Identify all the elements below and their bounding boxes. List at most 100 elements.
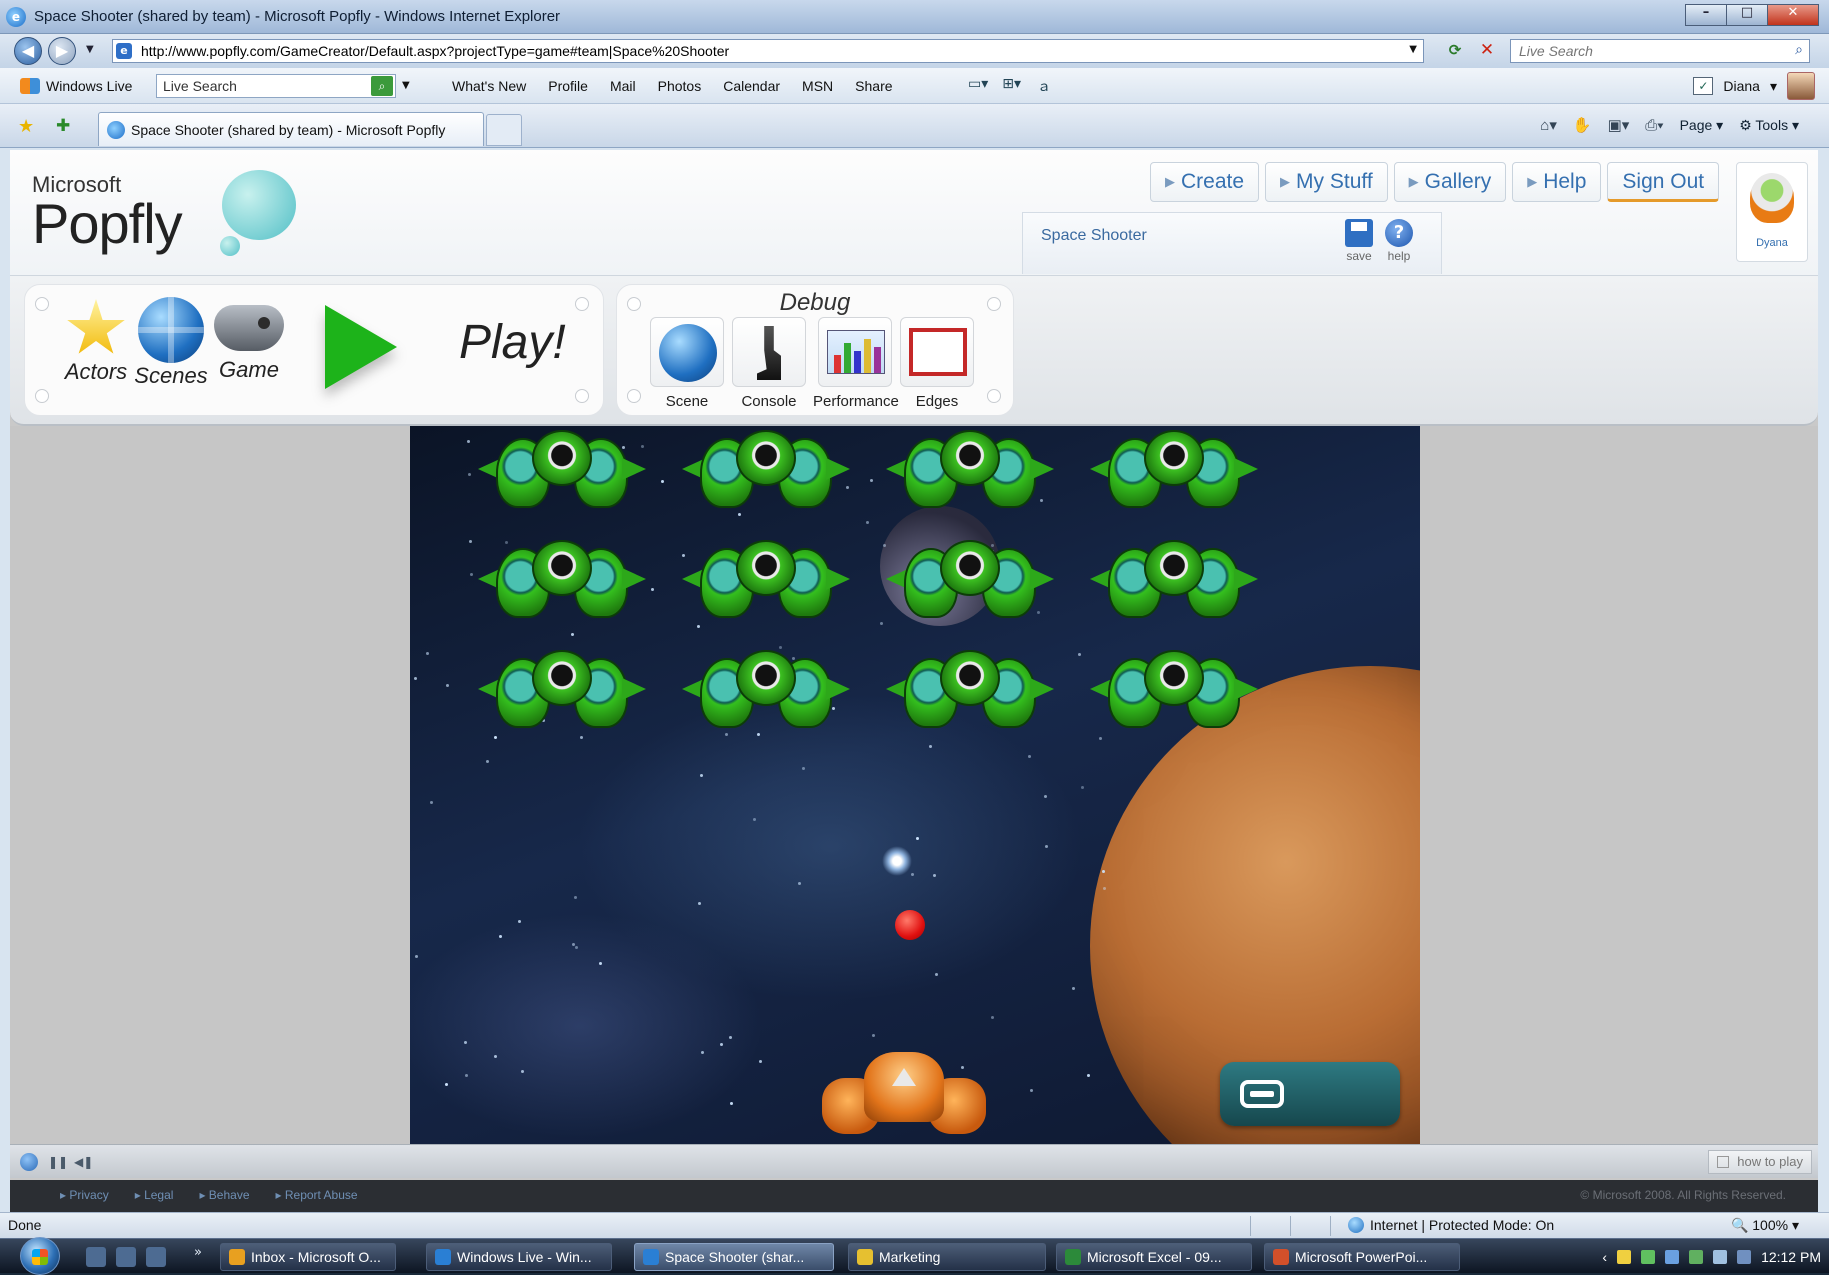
debug-performance-tool[interactable]: Performance [813,317,899,410]
save-button[interactable]: save [1343,219,1375,263]
scenes-tool[interactable]: Scenes [129,297,213,389]
wl-search-box[interactable]: ⌕ [156,74,396,98]
close-button[interactable]: ✕ [1767,4,1819,26]
wl-link-calendar[interactable]: Calendar [723,78,780,94]
ql-desktop-icon[interactable] [116,1247,136,1267]
security-zone[interactable]: Internet | Protected Mode: On [1348,1217,1554,1233]
wl-link-share[interactable]: Share [855,78,892,94]
clock[interactable]: 12:12 PM [1761,1249,1821,1265]
gamepad-icon [214,305,284,351]
task-powerpoint[interactable]: Microsoft PowerPoi... [1264,1243,1460,1271]
wl-user-dropdown-icon[interactable]: ▾ [1770,78,1777,95]
debug-scene-tool[interactable]: Scene [649,317,725,410]
wl-search-go-icon[interactable]: ⌕ [371,76,393,96]
sign-out-button[interactable]: Sign Out [1607,162,1720,202]
tray-scroll-left-icon[interactable]: ‹ [1602,1249,1607,1265]
game-tool[interactable]: Game [207,297,291,383]
wl-link-photos[interactable]: Photos [658,78,702,94]
task-windows-live[interactable]: Windows Live - Win... [426,1243,612,1271]
debug-edges-tool[interactable]: Edges [899,317,975,410]
play-arrow-icon[interactable] [325,305,397,389]
background-star [445,1083,448,1086]
live-search-box[interactable]: ⌕ [1510,39,1810,63]
tab-space-shooter[interactable]: Space Shooter (shared by team) - Microso… [98,112,484,146]
popfly-avatar[interactable]: Dyana [1736,162,1808,262]
ql-ie-icon[interactable] [86,1247,106,1267]
wl-checkbox-icon[interactable]: ✓ [1693,77,1714,95]
wl-link-whats-new[interactable]: What's New [452,78,526,94]
history-dropdown-icon[interactable]: ▼ [86,44,94,55]
task-space-shooter[interactable]: Space Shooter (shar... [634,1243,834,1271]
tray-volume-icon[interactable] [1737,1250,1752,1264]
add-favorites-icon[interactable]: ✚ [56,116,70,136]
tray-device-icon[interactable] [1713,1250,1728,1264]
feeds-icon[interactable]: ▣▾ [1608,116,1630,134]
help-button[interactable]: ? help [1379,219,1419,263]
search-icon[interactable]: ⌕ [1795,42,1803,58]
stop-icon[interactable]: ✕ [1476,40,1498,60]
tools-menu[interactable]: ⚙ Tools ▾ [1739,117,1799,134]
ql-switch-icon[interactable] [146,1247,166,1267]
print-icon[interactable]: ⎙▾ [1645,117,1663,134]
wl-link-profile[interactable]: Profile [548,78,588,94]
start-orb-icon[interactable] [20,1237,60,1275]
footer-link-report-abuse[interactable]: Report Abuse [276,1188,358,1202]
wl-link-msn[interactable]: MSN [802,78,833,94]
tray-mail-icon[interactable] [1617,1250,1632,1264]
nav-gallery-button[interactable]: ▶ Gallery [1393,162,1507,202]
how-to-play-button[interactable]: how to play [1708,1150,1812,1174]
url-dropdown-icon[interactable]: ▼ [1409,44,1417,55]
tray-network-icon[interactable] [1665,1250,1680,1264]
minimize-button[interactable]: – [1685,4,1727,26]
footer-link-legal[interactable]: Legal [135,1188,173,1202]
wl-user-name[interactable]: Diana [1723,78,1760,94]
wl-window-icon[interactable]: ▭▾ [968,76,988,96]
home-icon[interactable]: ⌂▾ [1540,116,1557,134]
nav-create-button[interactable]: ▶ Create [1150,162,1260,202]
url-field[interactable]: e http://www.popfly.com/GameCreator/Defa… [112,39,1424,63]
background-star [1103,887,1106,890]
footer-link-behave[interactable]: Behave [199,1188,250,1202]
game-canvas[interactable] [410,426,1420,1144]
refresh-icon[interactable]: ⟳ [1444,41,1466,61]
new-tab-button[interactable] [486,114,522,146]
quick-launch-more-icon[interactable]: » [194,1245,202,1260]
task-excel[interactable]: Microsoft Excel - 09... [1056,1243,1252,1271]
background-star [1087,1074,1090,1077]
maximize-button[interactable]: □ [1726,4,1768,26]
hand-icon[interactable]: ✋ [1573,116,1592,134]
back-icon[interactable]: ◀ [14,37,42,65]
forward-icon[interactable]: ▶ [48,37,76,65]
wl-search-dropdown-icon[interactable]: ▼ [402,80,410,91]
game-menu-button[interactable] [1220,1062,1400,1126]
wl-link-mail[interactable]: Mail [610,78,636,94]
step-back-icon[interactable]: ◀❚ [74,1153,93,1171]
popfly-logo[interactable]: Microsoft Popfly [32,172,183,252]
nav-help-button[interactable]: ▶ Help [1512,162,1602,202]
wl-add-icon[interactable]: ⊞▾ [1002,76,1021,96]
wl-search-input[interactable] [157,75,357,97]
debug-console-tool[interactable]: Console [731,317,807,410]
task-marketing[interactable]: Marketing [848,1243,1046,1271]
avatar-name[interactable]: Dyana [1737,237,1807,249]
task-inbox-outlook[interactable]: Inbox - Microsoft O... [220,1243,396,1271]
actors-tool[interactable]: Actors [59,299,133,385]
debug-console-box [732,317,806,387]
zoom-control[interactable]: 🔍 100% ▾ [1731,1217,1799,1234]
url-text[interactable]: http://www.popfly.com/GameCreator/Defaul… [141,43,729,59]
wl-translate-icon[interactable]: ａ [1035,76,1053,96]
play-label[interactable]: Play! [459,315,566,370]
task-label: Marketing [879,1249,941,1265]
footer-link-privacy[interactable]: Privacy [60,1188,108,1202]
live-search-input[interactable] [1511,40,1761,62]
tray-messenger-icon[interactable] [1641,1250,1656,1264]
page-menu[interactable]: Page ▾ [1680,117,1724,134]
tray-sync-icon[interactable] [1689,1250,1704,1264]
windows-live-label[interactable]: Windows Live [46,78,132,94]
favorites-star-icon[interactable]: ★ [18,116,34,137]
playback-record-icon[interactable] [20,1153,38,1171]
windows-live-toolbar: Windows Live ⌕ ▼ What's New Profile Mail… [0,68,1829,104]
nav-my-stuff-button[interactable]: ▶ My Stuff [1265,162,1388,202]
user-avatar[interactable] [1787,72,1815,100]
pause-icon[interactable]: ❚❚ [48,1153,68,1171]
